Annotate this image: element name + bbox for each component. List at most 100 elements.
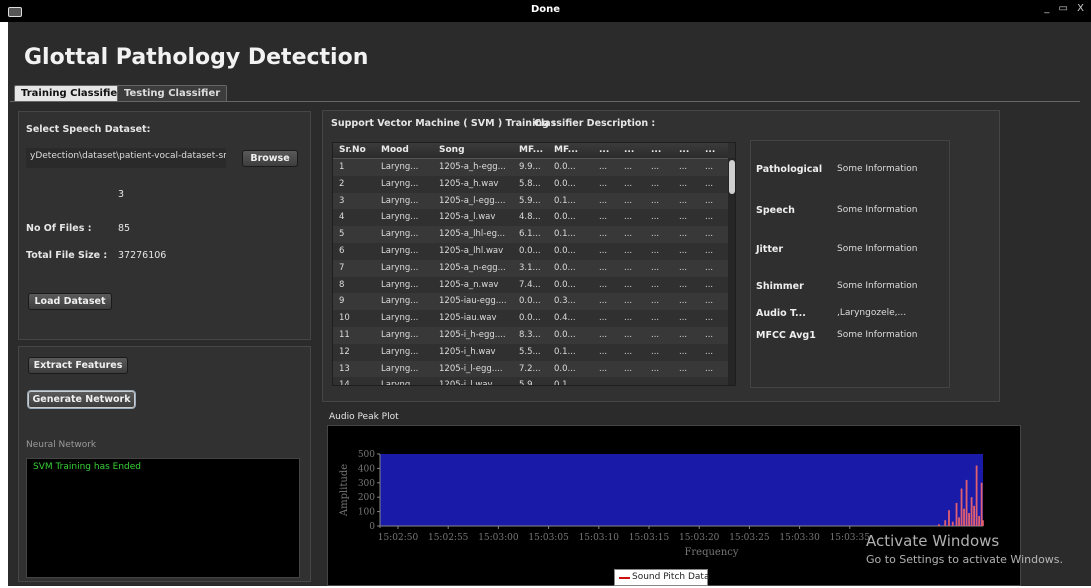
table-cell: 0.0... [519,313,541,324]
features-table[interactable]: Sr.No Mood Song MF... MF.................. 1… [332,142,736,386]
table-cell: ... [679,162,688,172]
table-cell: 1205-i_h.wav [439,346,496,357]
table-cell: ... [599,363,608,374]
column-header[interactable]: ... [651,145,675,155]
table-row[interactable]: 12 Laryng... 1205-i_h.wav 5.5... 0.1........… [333,343,728,361]
window-title: Done [530,4,561,15]
table-row[interactable]: 5 Laryng... 1205-a_lhl-eg... 6.1... 0.1.....… [333,226,728,244]
chart-bar [970,497,973,526]
column-header[interactable]: MF... [554,145,590,155]
table-cell: 0.0... [519,296,541,307]
table-cell: 2 [339,178,345,189]
table-cell: 1205-i_h-egg.... [439,330,506,340]
table-cell: ... [599,195,608,206]
column-header[interactable]: Sr.No [339,145,377,155]
column-header[interactable]: Mood [381,145,435,155]
table-row[interactable]: 14 Laryng... 1205-i_l.wav 5.9... 0.1... [333,377,728,386]
scrollbar-thumb[interactable] [729,160,735,194]
table-cell: Laryng... [381,162,419,172]
table-cell: 1205-a_n-egg... [439,262,506,273]
column-header[interactable]: ... [679,145,701,155]
tab-training-classifier[interactable]: Training Classifier [14,85,130,102]
table-cell: ... [705,162,714,172]
table-cell: ... [624,178,633,189]
table-cell: 5.9... [519,195,541,206]
table-cell: ... [651,346,660,357]
chart-bar [958,517,960,526]
table-row[interactable]: 11 Laryng... 1205-i_h-egg.... 8.3... 0.0....… [333,327,728,344]
chart-bar [951,521,954,526]
table-cell: Laryng... [381,279,419,290]
files-label: No Of Files : [26,223,92,234]
table-cell: 0.3... [554,296,576,307]
table-cell: ... [651,330,660,340]
table-cell: 5.9... [519,380,541,386]
chart-bar [975,465,978,526]
table-row[interactable]: 10 Laryng... 1205-iau.wav 0.0... 0.4........… [333,310,728,328]
dataset-path-field[interactable]: yDetection\dataset\patient-vocal-dataset… [26,148,226,168]
table-cell: ... [679,279,688,290]
table-cell: 1 [339,162,345,172]
table-cell: 0.1... [554,380,576,386]
table-row[interactable]: 8 Laryng... 1205-a_n.wav 7.4... 0.0.........… [333,276,728,294]
table-cell: ... [705,313,714,324]
table-row[interactable]: 1 Laryng... 1205-a_h-egg... 9.9... 0.0......… [333,159,728,176]
table-cell: 4.8... [519,212,541,223]
tab-divider [10,101,1080,102]
x-tick-label: 15:03:00 [478,533,519,543]
column-header[interactable]: ... [705,145,727,155]
table-cell: Laryng... [381,178,419,189]
table-cell: 1205-iau.wav [439,313,497,324]
description-key: Jitter [756,244,784,255]
table-row[interactable]: 13 Laryng... 1205-i_l-egg.... 7.2... 0.0....… [333,360,728,378]
window-controls[interactable]: _ ▭ X [1044,3,1087,14]
column-header[interactable]: ... [599,145,621,155]
table-cell: 0.0... [554,212,576,223]
table-row[interactable]: 7 Laryng... 1205-a_n-egg... 3.1... 0.0......… [333,259,728,277]
generate-network-button[interactable]: Generate Network [28,391,135,408]
table-row[interactable]: 9 Laryng... 1205-iau-egg.... 0.0... 0.3.....… [333,293,728,311]
table-cell: ... [651,212,660,223]
training-log-area[interactable]: SVM Training has Ended [26,458,300,578]
table-cell: 9 [339,296,345,307]
table-row[interactable]: 4 Laryng... 1205-a_l.wav 4.8... 0.0.........… [333,209,728,227]
table-cell: ... [599,229,608,240]
load-dataset-button[interactable]: Load Dataset [28,293,112,310]
table-cell: 1205-iau-egg.... [439,296,507,307]
table-cell: ... [624,313,633,324]
column-header[interactable]: MF... [519,145,552,155]
table-cell: 5 [339,229,345,240]
table-vertical-scrollbar[interactable] [728,158,735,385]
table-cell: 7.2... [519,363,541,374]
table-row[interactable]: 2 Laryng... 1205-a_h.wav 5.8... 0.0.........… [333,175,728,193]
tab-testing-classifier[interactable]: Testing Classifier [117,85,228,102]
table-cell: ... [705,346,714,357]
browse-button[interactable]: Browse [242,150,298,167]
table-cell: ... [624,212,633,223]
table-cell: 6.1... [519,229,541,240]
table-cell: 3.1... [519,262,541,273]
classifier-description-heading: Classifier Description : [534,118,656,129]
y-tick-label: 400 [358,464,375,474]
table-cell: ... [679,178,688,189]
column-header[interactable]: ... [624,145,646,155]
table-cell: ... [624,195,633,206]
table-cell: ... [679,346,688,357]
column-header[interactable]: Song [439,145,517,155]
table-cell: 1205-a_lhl.wav [439,246,504,256]
table-cell: Laryng... [381,363,419,374]
table-cell: 1205-a_l.wav [439,212,496,223]
table-cell: ... [624,296,633,307]
table-row[interactable]: 3 Laryng... 1205-a_l-egg.... 5.9... 0.1.....… [333,192,728,210]
table-row[interactable]: 6 Laryng... 1205-a_lhl.wav 0.0... 0.0.......… [333,243,728,260]
activate-windows-subtitle: Go to Settings to activate Windows. [866,553,1064,566]
x-tick-label: 15:03:05 [528,533,569,543]
table-cell: ... [705,212,714,223]
table-cell: ... [705,246,714,256]
table-cell: ... [599,313,608,324]
legend-swatch [619,577,630,579]
table-cell: ... [705,195,714,206]
table-cell: ... [679,229,688,240]
table-cell: 1205-a_lhl-eg... [439,229,506,240]
extract-features-button[interactable]: Extract Features [28,357,128,374]
